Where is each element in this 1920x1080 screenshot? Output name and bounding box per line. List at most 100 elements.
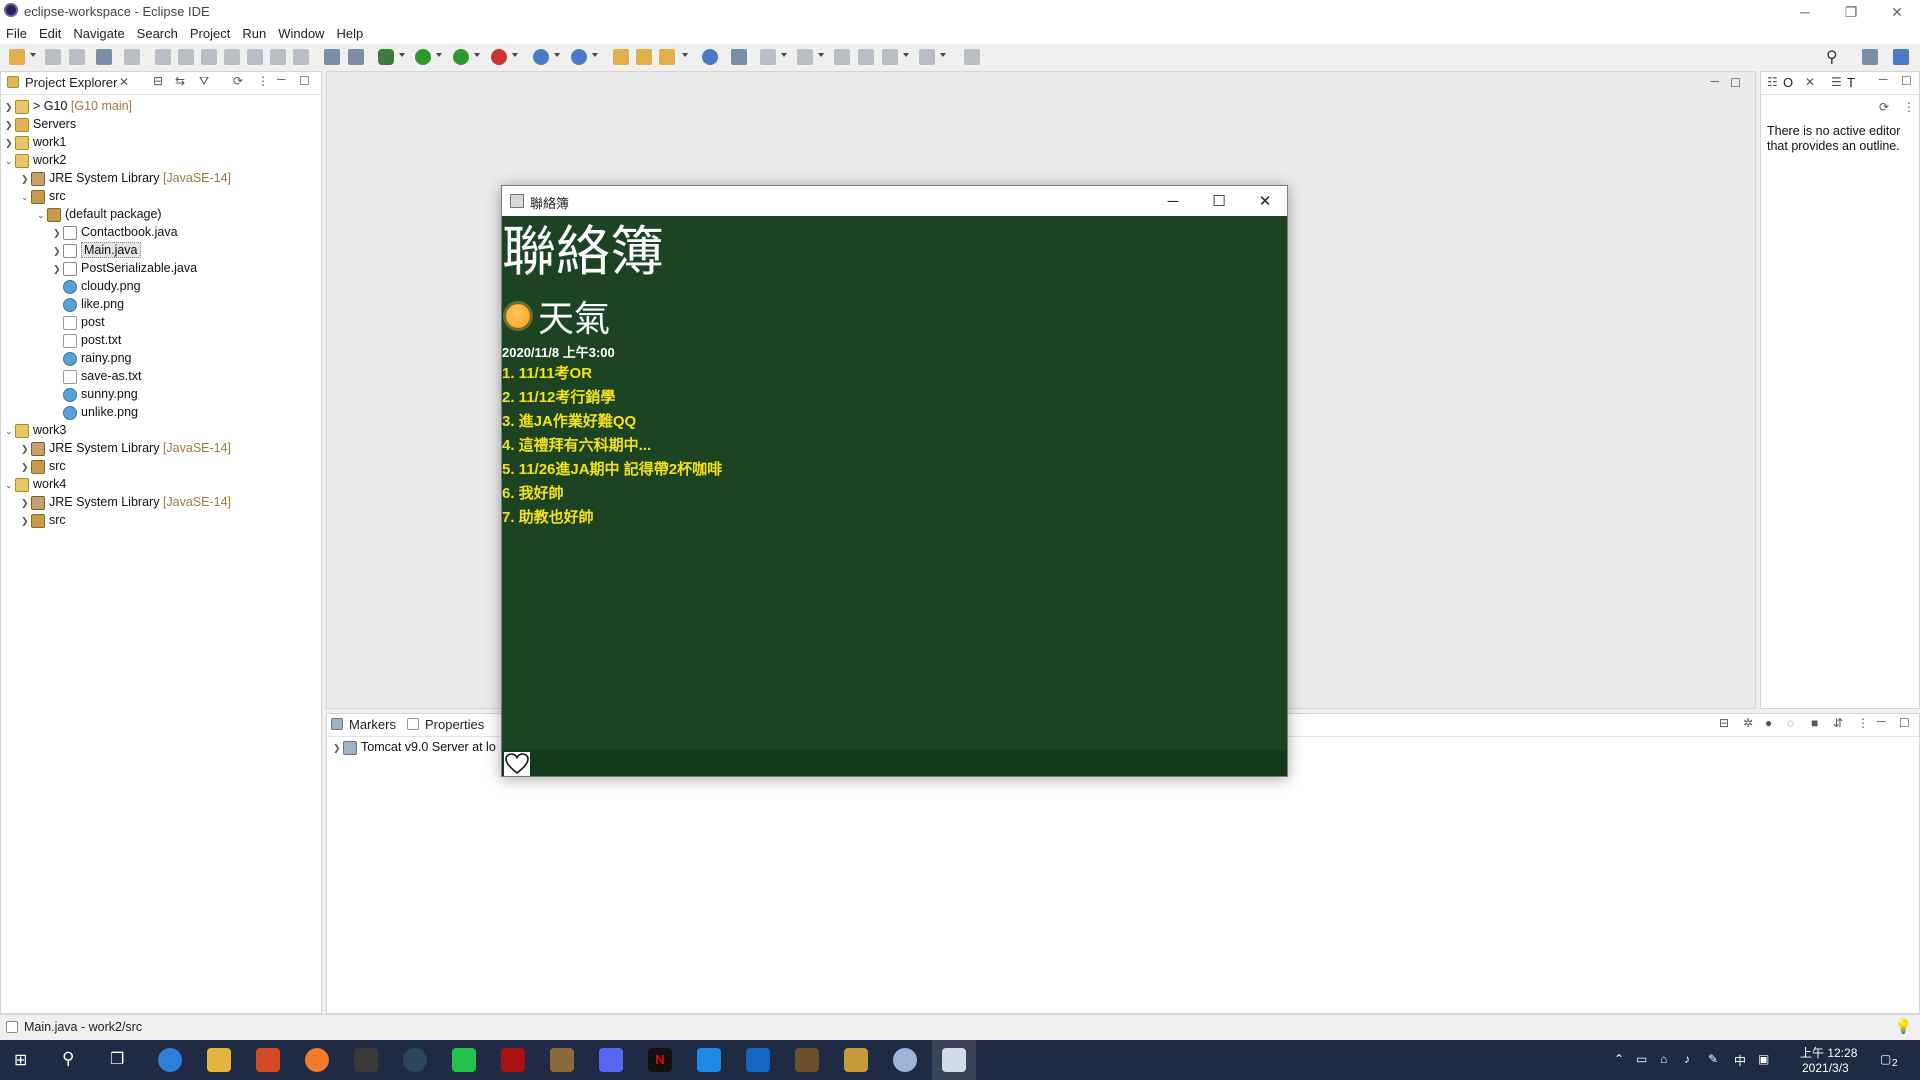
java-app-icon[interactable]: [942, 1048, 966, 1072]
step-into-icon[interactable]: [247, 49, 263, 65]
eclipse-icon[interactable]: [893, 1048, 917, 1072]
expand-icon[interactable]: ❯: [5, 116, 15, 134]
collapse-icon[interactable]: ⌄: [21, 188, 31, 206]
tree-item-servers[interactable]: ❯ Servers: [5, 115, 76, 133]
properties-tab[interactable]: Properties: [425, 717, 484, 732]
suspend-icon[interactable]: [178, 49, 194, 65]
new-class-icon[interactable]: [571, 49, 587, 65]
tree-item-work4[interactable]: ⌄ work4: [5, 475, 66, 493]
heart-icon[interactable]: [504, 752, 530, 776]
project-explorer-tab[interactable]: Project Explorer: [25, 75, 117, 90]
tree-item-g10[interactable]: ❯ > G10 [G10 main]: [5, 97, 132, 115]
minimize-editor-icon[interactable]: ─: [1710, 74, 1719, 88]
tree-item-sunny-png[interactable]: sunny.png: [53, 385, 138, 403]
expand-icon[interactable]: ❯: [5, 134, 15, 152]
collapse-all-icon[interactable]: ⊟: [153, 74, 163, 88]
browser-icon[interactable]: [305, 1048, 329, 1072]
expand-icon[interactable]: ❯: [21, 440, 31, 458]
tree-item-contactbook-java[interactable]: ❯ Contactbook.java: [53, 223, 178, 241]
view-menu-icon[interactable]: ⋮: [257, 74, 269, 88]
annotation-next-icon[interactable]: [760, 49, 776, 65]
tray-device-icon[interactable]: ▭: [1636, 1052, 1647, 1066]
maximize-view-icon[interactable]: ☐: [1899, 716, 1910, 730]
menu-help[interactable]: Help: [330, 24, 369, 44]
expand-icon[interactable]: ❯: [53, 260, 63, 278]
terminal-icon[interactable]: [96, 49, 112, 65]
back-history-icon[interactable]: [858, 49, 874, 65]
close-tab-icon[interactable]: ✕: [1805, 75, 1815, 89]
tree-item-post-txt[interactable]: post.txt: [53, 331, 121, 349]
tree-item-main-java[interactable]: ❯ Main.java: [53, 241, 141, 259]
open-type-icon[interactable]: [613, 49, 629, 65]
skip-breakpoints-icon[interactable]: [124, 49, 140, 65]
search-icon[interactable]: ⚲: [62, 1049, 74, 1069]
tree-item-src[interactable]: ⌄ src: [21, 187, 66, 205]
clock-date[interactable]: 2021/3/3: [1802, 1061, 1849, 1075]
terminal-icon[interactable]: [354, 1048, 378, 1072]
forward-icon[interactable]: [919, 49, 935, 65]
tree-item-src[interactable]: ❯ src: [21, 511, 66, 529]
annotation-prev-icon[interactable]: [797, 49, 813, 65]
coverage-icon[interactable]: [324, 49, 340, 65]
markers-tab[interactable]: Markers: [349, 717, 396, 732]
back-icon[interactable]: [882, 49, 898, 65]
sync-icon[interactable]: [731, 49, 747, 65]
collapse-icon[interactable]: ⌄: [5, 152, 15, 170]
publish-icon[interactable]: ⇵: [1833, 716, 1843, 730]
task-view-icon[interactable]: ❐: [110, 1049, 124, 1069]
app-icon[interactable]: [746, 1048, 770, 1072]
maximize-view-icon[interactable]: ☐: [1901, 74, 1912, 88]
web-browser-icon[interactable]: [702, 49, 718, 65]
tray-chevron-icon[interactable]: ⌃: [1614, 1052, 1624, 1066]
stop-server-icon[interactable]: ■: [1811, 716, 1818, 730]
run-coverage-icon[interactable]: [453, 49, 469, 65]
tree-item-work2[interactable]: ⌄ work2: [5, 151, 66, 169]
discord-icon[interactable]: [599, 1048, 623, 1072]
tree-item-src[interactable]: ❯ src: [21, 457, 66, 475]
tree-item-cloudy-png[interactable]: cloudy.png: [53, 277, 141, 295]
filter-icon[interactable]: ⛛: [199, 74, 209, 89]
expand-icon[interactable]: ❯: [53, 242, 63, 260]
tree-item-like-png[interactable]: like.png: [53, 295, 124, 313]
server-row[interactable]: ❯ Tomcat v9.0 Server at lo: [333, 738, 496, 756]
view-menu-icon[interactable]: ⋮: [1903, 100, 1915, 114]
outline-tab[interactable]: O: [1783, 75, 1793, 90]
save-all-icon[interactable]: [69, 49, 85, 65]
open-perspective-icon[interactable]: [1862, 49, 1878, 65]
expand-icon[interactable]: ❯: [21, 494, 31, 512]
menu-edit[interactable]: Edit: [33, 24, 67, 44]
profile-server-icon[interactable]: ◌: [1787, 716, 1794, 730]
tree-item-work3[interactable]: ⌄ work3: [5, 421, 66, 439]
network-icon[interactable]: ⌂: [1660, 1052, 1667, 1066]
collapse-icon[interactable]: ⌄: [37, 206, 47, 224]
tree-item-work1[interactable]: ❯ work1: [5, 133, 66, 151]
collapse-all-icon[interactable]: ⊟: [1719, 716, 1729, 730]
start-server-icon[interactable]: ●: [1765, 716, 1772, 730]
expand-icon[interactable]: ❯: [21, 170, 31, 188]
debug-icon[interactable]: [378, 49, 394, 65]
menu-window[interactable]: Window: [272, 24, 330, 44]
step-return-icon[interactable]: [293, 49, 309, 65]
minimize-view-icon[interactable]: ─: [277, 72, 286, 86]
search-icon[interactable]: ⚲: [1826, 47, 1842, 66]
tree-item-postserializable-java[interactable]: ❯ PostSerializable.java: [53, 259, 197, 277]
last-edit-icon[interactable]: [834, 49, 850, 65]
toggle-icon[interactable]: [348, 49, 364, 65]
dialog-minimize-icon[interactable]: ─: [1150, 186, 1196, 216]
file-explorer-icon[interactable]: [207, 1048, 231, 1072]
tree-item-unlike-png[interactable]: unlike.png: [53, 403, 138, 421]
steam-icon[interactable]: [403, 1048, 427, 1072]
menu-run[interactable]: Run: [236, 24, 272, 44]
run-icon[interactable]: [415, 49, 431, 65]
tree-item-jre-library[interactable]: ❯ JRE System Library [JavaSE-14]: [21, 493, 231, 511]
tree-item-post[interactable]: post: [53, 313, 105, 331]
expand-icon[interactable]: ❯: [333, 739, 343, 757]
minimize-icon[interactable]: ─: [1782, 0, 1828, 24]
debug-server-icon[interactable]: ✲: [1743, 716, 1753, 730]
chrome-icon[interactable]: [158, 1048, 182, 1072]
view-menu-icon[interactable]: ⋮: [1857, 716, 1869, 730]
new-icon[interactable]: [9, 49, 25, 65]
keyboard-icon[interactable]: ▣: [1758, 1052, 1769, 1066]
game-icon[interactable]: [501, 1048, 525, 1072]
office-icon[interactable]: [256, 1048, 280, 1072]
